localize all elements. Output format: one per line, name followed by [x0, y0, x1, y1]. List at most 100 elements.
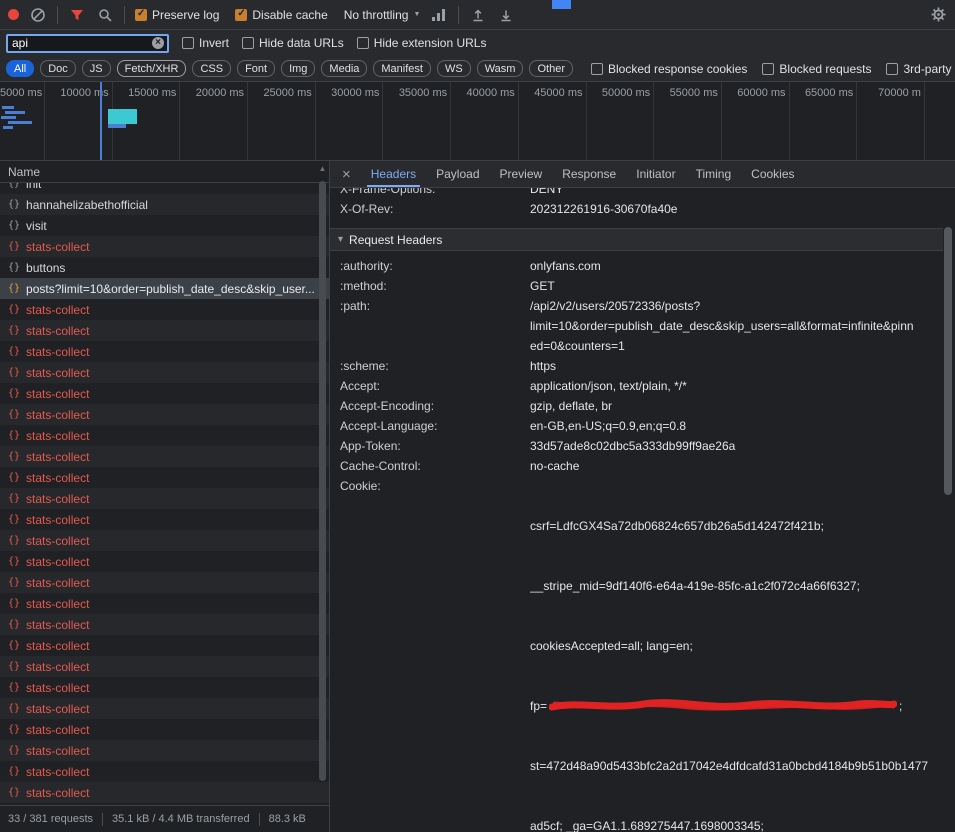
timeline-label: 65000 ms	[805, 87, 853, 99]
network-overview-timeline[interactable]: 5000 ms 10000 ms 15000 ms 20000 ms 25000…	[0, 82, 955, 161]
clear-icon[interactable]	[29, 6, 47, 24]
search-icon[interactable]	[96, 6, 114, 24]
header-name: :path:	[330, 296, 530, 316]
filter-chip[interactable]: Wasm	[477, 60, 524, 77]
scroll-up-arrow-icon[interactable]: ▲	[317, 163, 328, 175]
filter-chip[interactable]: JS	[82, 60, 111, 77]
request-list-item[interactable]: {} visit	[0, 215, 329, 236]
request-list-item[interactable]: {} stats-collect	[0, 425, 329, 446]
details-tab[interactable]: Cookies	[741, 161, 804, 187]
throttling-dropdown[interactable]: No throttling ▼	[344, 8, 421, 22]
header-value: gzip, deflate, br	[530, 396, 943, 416]
name-column-header[interactable]: Name	[0, 161, 329, 183]
timeline-label: 50000 ms	[602, 87, 650, 99]
filter-icon[interactable]	[68, 6, 86, 24]
details-tab[interactable]: Headers	[361, 161, 426, 187]
hide-data-urls-checkbox[interactable]: Hide data URLs	[242, 36, 344, 50]
request-list-panel: Name {} init {} hannahelizabethofficial …	[0, 161, 330, 805]
filter-input[interactable]: api ×	[6, 34, 169, 53]
timeline-label: 30000 ms	[331, 87, 379, 99]
disable-cache-checkbox[interactable]: Disable cache	[235, 8, 327, 22]
request-list-item[interactable]: {} init	[0, 183, 329, 194]
request-headers-section-header[interactable]: ▾ Request Headers	[330, 228, 943, 251]
cookie-text: fp=	[530, 699, 547, 713]
export-har-icon[interactable]	[497, 6, 515, 24]
import-har-icon[interactable]	[469, 6, 487, 24]
request-list-scrollbar[interactable]: ▲	[317, 163, 328, 803]
request-list-item[interactable]: {} hannahelizabethofficial	[0, 194, 329, 215]
request-list-item[interactable]: {} stats-collect	[0, 593, 329, 614]
details-scrollbar[interactable]	[944, 191, 954, 830]
close-icon[interactable]: ×	[342, 166, 351, 183]
request-list-item[interactable]: {} stats-collect	[0, 446, 329, 467]
request-list-item[interactable]: {} stats-collect	[0, 383, 329, 404]
xhr-request-icon: {}	[8, 535, 20, 546]
xhr-request-icon: {}	[8, 304, 20, 315]
filter-chip[interactable]: Img	[281, 60, 315, 77]
request-list-item[interactable]: {} stats-collect	[0, 761, 329, 782]
filter-chip[interactable]: Manifest	[373, 60, 431, 77]
timeline-column: 10000 ms	[45, 82, 113, 160]
filter-chip[interactable]: Fetch/XHR	[117, 60, 187, 77]
blocked-response-cookies-checkbox[interactable]: Blocked response cookies	[591, 62, 747, 76]
filter-chip[interactable]: WS	[437, 60, 471, 77]
timeline-selection-cursor[interactable]	[100, 82, 102, 160]
filter-chip[interactable]: Media	[321, 60, 367, 77]
request-list-item[interactable]: {} stats-collect	[0, 635, 329, 656]
status-divider	[259, 813, 260, 826]
timeline-column: 55000 ms	[654, 82, 722, 160]
third-party-requests-checkbox[interactable]: 3rd-party requests	[886, 62, 955, 76]
request-name: stats-collect	[26, 744, 89, 758]
filter-chip[interactable]: CSS	[192, 60, 231, 77]
scrollbar-thumb[interactable]	[944, 227, 952, 495]
request-list-item[interactable]: {} stats-collect	[0, 614, 329, 635]
request-list-item[interactable]: {} stats-collect	[0, 362, 329, 383]
request-list-item[interactable]: {} stats-collect	[0, 551, 329, 572]
request-list-item[interactable]: {} stats-collect	[0, 698, 329, 719]
filter-chip[interactable]: Font	[237, 60, 275, 77]
request-list-item[interactable]: {} stats-collect	[0, 488, 329, 509]
clear-filter-icon[interactable]: ×	[152, 37, 164, 49]
request-list-item[interactable]: {} stats-collect	[0, 404, 329, 425]
filter-chip[interactable]: Doc	[40, 60, 76, 77]
invert-checkbox[interactable]: Invert	[182, 36, 229, 50]
request-list-item[interactable]: {} stats-collect	[0, 740, 329, 761]
blocked-requests-checkbox[interactable]: Blocked requests	[762, 62, 871, 76]
hide-extension-urls-checkbox[interactable]: Hide extension URLs	[357, 36, 487, 50]
request-list-item[interactable]: {} stats-collect	[0, 719, 329, 740]
request-list-item[interactable]: {} stats-collect	[0, 467, 329, 488]
request-list-item[interactable]: {} buttons	[0, 257, 329, 278]
preserve-log-checkbox[interactable]: Preserve log	[135, 8, 219, 22]
request-list-item[interactable]: {} stats-collect	[0, 341, 329, 362]
details-tab[interactable]: Payload	[426, 161, 489, 187]
header-name: X-Frame-Options:	[330, 188, 530, 199]
request-list-item[interactable]: {} stats-collect	[0, 509, 329, 530]
details-tab[interactable]: Response	[552, 161, 626, 187]
details-tab[interactable]: Initiator	[626, 161, 685, 187]
checkbox-box	[242, 37, 254, 49]
request-list-item[interactable]: {} posts?limit=10&order=publish_date_des…	[0, 278, 329, 299]
request-list-item[interactable]: {} stats-collect	[0, 299, 329, 320]
timeline-column: 35000 ms	[383, 82, 451, 160]
request-name: stats-collect	[26, 702, 89, 716]
request-list-item[interactable]: {} stats-collect	[0, 236, 329, 257]
record-button[interactable]	[8, 9, 19, 20]
details-tab[interactable]: Preview	[490, 161, 553, 187]
details-tab[interactable]: Timing	[686, 161, 742, 187]
filter-chip[interactable]: All	[6, 60, 34, 77]
xhr-request-icon: {}	[8, 766, 20, 777]
disclosure-triangle-icon: ▾	[338, 234, 343, 245]
filter-chip[interactable]: Other	[529, 60, 573, 77]
request-list-item[interactable]: {} stats-collect	[0, 572, 329, 593]
cookie-line: st=472d48a90d5433bfc2a2d17042e4dfdcafd31…	[530, 756, 943, 776]
request-list-item[interactable]: {} stats-collect	[0, 656, 329, 677]
request-list-item[interactable]: {} stats-collect	[0, 782, 329, 803]
request-list-item[interactable]: {} stats-collect	[0, 320, 329, 341]
request-list-item[interactable]: {} stats-collect	[0, 530, 329, 551]
settings-gear-icon[interactable]	[929, 6, 947, 24]
scrollbar-thumb[interactable]	[319, 181, 326, 781]
timeline-column: 30000 ms	[316, 82, 384, 160]
network-conditions-icon[interactable]	[430, 6, 448, 24]
request-list-item[interactable]: {} stats-collect	[0, 677, 329, 698]
request-name: stats-collect	[26, 555, 89, 569]
